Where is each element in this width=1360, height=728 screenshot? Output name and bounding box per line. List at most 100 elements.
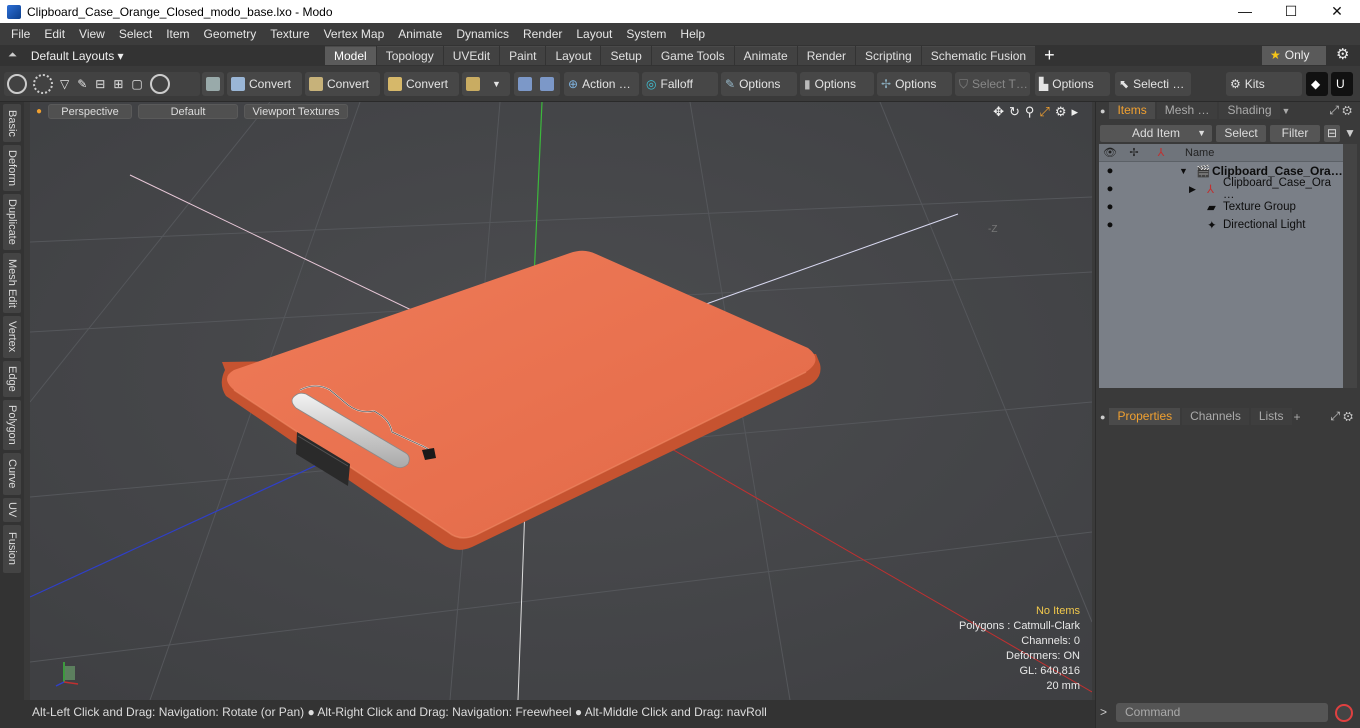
add-tab-icon[interactable]: + [1294,410,1301,424]
convert-button-3[interactable]: Convert [384,72,459,96]
panel-options-icon[interactable]: ⤢ ⚙ [1330,409,1353,424]
3d-viewport[interactable]: -Z ● Perspective Default Viewport Textur… [30,102,1092,700]
default-layouts-dropdown[interactable]: Default Layouts ▾ [31,49,124,63]
options-button-3[interactable]: ✢ Options [877,72,952,96]
list-item[interactable]: ● ▶ ⅄ Clipboard_Case_Ora … [1099,177,1343,201]
tab-duplicate[interactable]: Duplicate [3,194,21,250]
panel-options-icon[interactable]: ⤢ ⚙ [1329,103,1352,118]
menu-select[interactable]: Select [112,23,159,45]
gear-icon[interactable]: ⚙ [1336,45,1349,63]
tab-mesh-edit[interactable]: Mesh Edit [3,253,21,313]
eye-icon[interactable]: ● [1099,219,1121,231]
viewport-settings-icon[interactable]: ⚙ [1055,104,1067,120]
select-through-button[interactable]: ⛉ Select T… [955,72,1030,96]
panel-menu-icon[interactable]: ● [1100,412,1105,422]
materials-mode-icon[interactable]: ⊟ [95,77,105,91]
expand-arrow-icon[interactable]: ▼ [1179,166,1188,176]
tab-topology[interactable]: Topology [376,46,443,65]
unreal-icon[interactable]: U [1331,72,1353,96]
edge-ring-icon[interactable] [149,74,170,94]
filter-button[interactable]: Filter [1270,124,1320,142]
item-list-scrollbar[interactable] [1343,144,1357,388]
tab-edge[interactable]: Edge [3,361,21,397]
viewport-expand-icon[interactable]: ▸ [1071,104,1078,120]
command-input[interactable]: Command [1116,703,1328,722]
selection-sets-button[interactable]: ⬉ Selecti … [1115,72,1191,96]
tab-paint[interactable]: Paint [500,46,546,65]
tab-fusion[interactable]: Fusion [3,525,21,573]
minimize-button[interactable]: — [1222,0,1268,23]
center-mode-icon[interactable]: ⊞ [113,77,123,91]
menu-dynamics[interactable]: Dynamics [449,23,516,45]
options-button-1[interactable]: ✎ Options [721,72,797,96]
maximize-viewport-icon[interactable]: ⤢ [1039,104,1049,120]
pivot-mode-icon[interactable]: ▢ [131,77,142,91]
menu-help[interactable]: Help [673,23,712,45]
view-mode-dropdown[interactable]: Perspective [48,103,133,119]
tab-channels[interactable]: Channels [1182,408,1249,425]
only-toggle[interactable]: ★ Only [1262,46,1326,65]
tab-layout[interactable]: Layout [546,46,601,65]
add-item-button[interactable]: Add Item ▼ [1100,124,1212,142]
tab-items[interactable]: Items [1109,102,1155,119]
add-tab-icon[interactable]: + [1044,45,1055,66]
funnel-icon[interactable]: ▼ [1344,126,1356,140]
menu-vertex-map[interactable]: Vertex Map [317,23,392,45]
viewport-menu-dot-icon[interactable]: ● [36,106,42,117]
falloff-button[interactable]: ◎ Falloff [642,72,718,96]
menu-system[interactable]: System [619,23,673,45]
zoom-icon[interactable]: ⚲ [1025,104,1035,120]
menu-texture[interactable]: Texture [263,23,316,45]
tab-render[interactable]: Render [797,46,856,65]
viewport-textures-dropdown[interactable]: Viewport Textures [244,103,349,119]
menu-render[interactable]: Render [516,23,569,45]
tab-polygon[interactable]: Polygon [3,400,21,450]
unity-icon[interactable]: ◆ [1306,72,1328,96]
chevron-down-icon[interactable]: ▼ [1282,106,1291,116]
eye-icon[interactable]: ● [1099,201,1121,213]
tab-game-tools[interactable]: Game Tools [651,46,734,65]
command-history-icon[interactable] [1335,704,1353,722]
panel-menu-icon[interactable]: ● [1100,106,1105,116]
convert-button-1[interactable]: Convert [227,72,302,96]
list-item[interactable]: ● ▰ Texture Group [1099,198,1343,216]
menu-item[interactable]: Item [159,23,196,45]
list-item[interactable]: ● ✦ Directional Light [1099,216,1343,234]
tab-uv[interactable]: UV [3,498,21,522]
tab-schematic-fusion[interactable]: Schematic Fusion [921,46,1036,65]
tab-lists[interactable]: Lists [1250,408,1292,425]
kits-button[interactable]: ⚙ Kits [1226,72,1302,96]
polygons-mode-icon[interactable]: ▽ [60,77,69,91]
shading-dropdown[interactable]: Default [138,103,239,119]
eye-icon[interactable]: ● [1099,183,1121,195]
options-button-2[interactable]: ▮ Options [800,72,874,96]
action-center-button[interactable]: ⊕ Action … [564,72,639,96]
name-column-header[interactable]: Name [1185,147,1214,159]
tab-mesh[interactable]: Mesh … [1156,102,1218,119]
pan-icon[interactable]: ✥ [993,104,1004,120]
menu-edit[interactable]: Edit [37,23,72,45]
menu-geometry[interactable]: Geometry [197,23,264,45]
tab-properties[interactable]: Properties [1109,408,1181,425]
tab-vertex[interactable]: Vertex [3,316,21,358]
menu-animate[interactable]: Animate [391,23,449,45]
tab-scripting[interactable]: Scripting [856,46,921,65]
tab-uvedit[interactable]: UVEdit [443,46,500,65]
cube-dropdown[interactable]: ▼ [462,72,510,96]
tab-curve[interactable]: Curve [3,453,21,495]
layout-collapse-icon[interactable]: ⏶ [8,49,17,62]
items-mode-icon[interactable]: ✎ [77,77,87,91]
vertices-mode-icon[interactable] [7,74,27,94]
maximize-button[interactable]: ☐ [1268,0,1314,23]
menu-file[interactable]: File [4,23,37,45]
eye-icon[interactable]: ● [1099,165,1121,177]
symmetry-group[interactable] [514,72,560,96]
tab-basic[interactable]: Basic [3,104,21,142]
convert-button-2[interactable]: Convert [305,72,380,96]
shield-icon[interactable] [202,72,224,96]
tab-shading[interactable]: Shading [1219,102,1280,119]
menu-layout[interactable]: Layout [569,23,619,45]
tab-model[interactable]: Model [325,46,376,65]
collapse-icon[interactable]: ⊟ [1324,124,1340,142]
edges-mode-icon[interactable] [33,74,53,94]
